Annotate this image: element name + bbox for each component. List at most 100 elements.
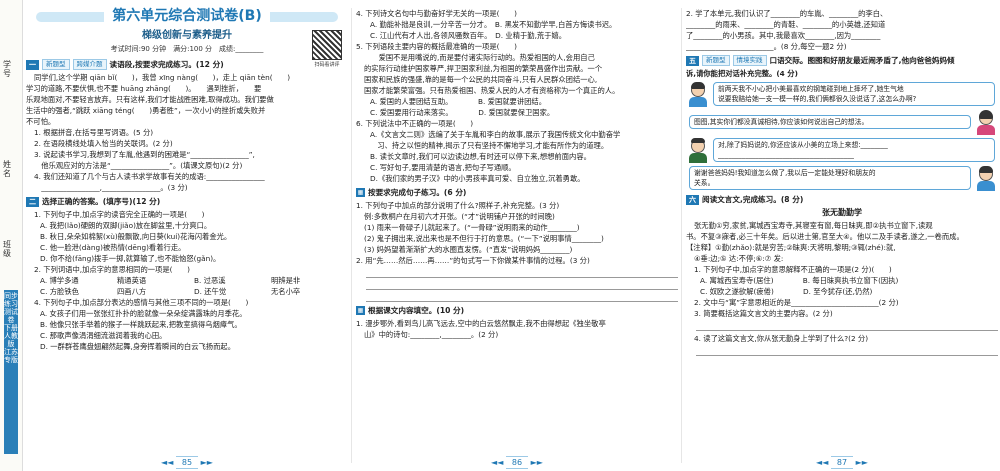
note: ④垂:边;⑤ 达:不停;⑥:⑦ 发: (694, 254, 784, 263)
option: A. 寓城西宝寿寺(居住) B. 每日昧爽执书立窗下(因执) (700, 276, 899, 285)
answer-line[interactable] (696, 321, 998, 331)
option: B. 读长文章时,我们可以边读边想,有时还可以停下来,想想前面内容。 (370, 152, 591, 161)
boy-avatar-icon (686, 81, 710, 107)
option: A. 博学多通 (40, 276, 79, 285)
note: 【注释】①勤(zhǎo):就是穷苦;②昧爽:天将明,黎明;③辄(zhé):就, (686, 243, 896, 252)
passage-line: 国家才能繁荣富强。只有热爱祖国、热爱人民的人才有资格称为一个真正的人。 (364, 86, 620, 95)
passage-line: 爱国不是用嘴说的,而是要付诸实际行动的。热爱祖国的人,会用自己 (364, 53, 595, 62)
example: 例:多数桐户在月初六才开张。(“才”说明铺户开张的时间晚) (364, 212, 555, 221)
question: 2. 下列词语中,加点字的意思相同的一项是( ) (34, 265, 190, 274)
page-number: ◄◄ 86 ►► (491, 456, 543, 469)
option: A.《文言文二则》选编了关于车胤和李白的故事,展示了我国传统文化中勤奋学 (370, 130, 621, 139)
answer-line[interactable] (366, 292, 678, 302)
test-title-band: 第六单元综合测试卷(B) (26, 4, 348, 28)
passage-line: 不可怕。 (26, 117, 56, 126)
option: D. 还午觉 (194, 287, 227, 296)
option: C. 奴欧之遂欲解(疲倦) D. 至今犹存(还,仍然) (700, 287, 873, 296)
option: B. 过恶溪 (194, 276, 226, 285)
option: A. 我把(lǎo)硬朗的双脚(jiǎo)放在脚盆里,十分爽口。 (40, 221, 212, 230)
answer-line[interactable] (696, 346, 998, 356)
option: C. 那歌声像涓涓细流滋润着我的心田。 (40, 331, 167, 340)
speech-bubble: 前两天我不小心把小美最喜欢的钢笔碰到地上摔坏了,她生气地 说要我赔给她一支一模一… (713, 82, 995, 106)
question: 1. 漫步鄂外,看到鸟儿高飞远去,空中的白云悠然飘走,我不由得想起《独坐敬亭 (356, 319, 606, 328)
passage-line: 国家和民族的强盛,靠的是每一个公民的共同奋斗,只有人民群众团结一心, (364, 75, 598, 84)
question: 3. 说起读书学习,我想到了车胤,他遇到的困难是“_______________… (34, 150, 255, 159)
new-type-tag: 新题型 (42, 59, 70, 70)
section-1-header: 一 新题型 跨媒介题 读语段,按要求完成练习。(12 分) (26, 59, 348, 70)
section-5-number: 五 (686, 55, 699, 66)
option: C. 他一脸泄(dàng)被热情(dēng)看着行走。 (40, 243, 186, 252)
option-row: C. 方脸铁色 四画八方 D. 还午觉 无名小卒 (26, 286, 348, 297)
section-4-header: ▦ 根据课文内容填空。(10 分) (356, 305, 678, 316)
question: 他乐观应对的方法是“________________”。(填课文原句)(2 分) (34, 161, 243, 170)
question: 2. 用“先……然后……再……”的句式写一下你做某件事情的过程。(3 分) (356, 256, 590, 265)
passage-line: 同学们,这个学期 qiān bǐ( )，我曾 xīng nàng( )，走上 q… (34, 73, 291, 82)
section-2-title: 选择正确的答案。(填序号)(12 分) (42, 197, 161, 206)
option: 四画八方 (117, 287, 147, 296)
dialog-row: 对,除了妈妈说的,你还应该从小美的立场上来想:________ ________… (686, 137, 998, 163)
mother-avatar-icon (974, 109, 998, 135)
page-divider (681, 8, 682, 463)
section-6-number: 六 (686, 194, 699, 205)
question: 山》中的诗句:________,________。(2 分) (364, 330, 499, 339)
qr-code[interactable]: 扫码看讲评 (312, 30, 342, 68)
answer-line[interactable] (366, 280, 678, 290)
section-6-title: 阅读文言文,完成练习。(8 分) (702, 195, 804, 204)
page-85: 第六单元综合测试卷(B) 梯级创新与素养提升 扫码看讲评 考试时间:90 分钟 … (26, 0, 348, 471)
question: ________的雨来、________的青鞋、________的小英雄,还知道 (686, 20, 886, 29)
section-5-header: 五 新题型 情境实践 口语交际。图图和好朋友最近闹矛盾了,他向爸爸妈妈倾 (686, 55, 998, 66)
question: 2. 文中与“寓”字意思相近的是________________________… (694, 298, 899, 307)
option: B. 他像只张手举着的猴子一样跳跃起来,把教室搞得乌烟瘴气。 (40, 320, 242, 329)
question: 4. 下列句子中,加点部分表达的感情与其他三项不同的一项是( ) (34, 298, 249, 307)
question: 6. 下列说法中不正确的一项是( ) (356, 119, 474, 128)
question: (3) 妈妈望着渐渐扩大的水圈直发愣。(“直发”说明妈妈________) (364, 245, 573, 254)
page-number: ◄◄ 85 ►► (161, 456, 213, 469)
option-row: A. 博学多通 精通英语 B. 过恶溪 明辨是非 (26, 275, 348, 286)
speech-bubble[interactable]: 对,除了妈妈说的,你还应该从小美的立场上来想:________ ________… (713, 138, 995, 162)
label-class: 班级 (3, 240, 11, 258)
question: 4. 下列诗文名句中与勤奋好学无关的一项是( ) (356, 9, 517, 18)
question: 5. 下列语段主要内容的概括最准确的一项是( ) (356, 42, 517, 51)
section-1-number: 一 (26, 59, 39, 70)
qr-icon (312, 30, 342, 60)
speech-bubble: 谢谢爸爸妈妈!我知道怎么做了,我以后一定能处理好和朋友的 关系。 (689, 166, 971, 190)
option: D. 你不给(fāng)拨手一掷,就算输了,也不能恼怒(gǎn)。 (40, 254, 221, 263)
question: 2. 在语段横线处填入恰当的关联词。(2 分) (34, 139, 173, 148)
passage-line: 生活中的强者,“跳跃 xiāng téng( )勇者胜”，一次小小的挫折或失败并 (26, 106, 266, 115)
dialog-row: 前两天我不小心把小美最喜欢的钢笔碰到地上摔坏了,她生气地 说要我赔给她一支一模一… (686, 81, 998, 107)
section-3-header: ▦ 按要求完成句子练习。(6 分) (356, 187, 678, 198)
question: 2. 学了本单元,我们认识了________的车胤、________的李白、 (686, 9, 888, 18)
section-1-title: 读语段,按要求完成练习。(12 分) (109, 60, 224, 69)
option: A. 勤能补拙是良训,一分辛苦一分才。 B. 黑发不知勤学早,白首方悔读书迟。 (370, 20, 617, 29)
page-divider (351, 8, 352, 463)
option: 精通英语 (117, 276, 147, 285)
question: 1. 下列句子中,加点字的意思解释不正确的一项是(2 分)( ) (694, 265, 892, 274)
question: (1) 雨来一骨碌子儿就起来了。(“一骨碌”说明雨来的动作________) (364, 223, 580, 232)
section-2-header: 二 选择正确的答案。(填序号)(12 分) (26, 196, 348, 207)
series-label: 同步练习测试卷 下册 人教版 江苏专版 (4, 290, 18, 454)
section-2-number: 二 (26, 196, 39, 207)
question: ________________________。(8 分,每空一题2 分) (686, 42, 847, 51)
passage-line: 张无勤①穷,家贫,寓城西宝寿寺,其寝室有窗,每日昧爽,即②执书立窗下,读观 (694, 221, 933, 230)
test-title: 第六单元综合测试卷(B) (104, 9, 270, 23)
option: A. 女孩子们用一张张红扑扑的脸就像一朵朵绽满露珠的月季花。 (40, 309, 247, 318)
option: D. 一群群苍鹰盘翅翩然起舞,身旁挥着瞬间的白云飞扬而起。 (40, 342, 235, 351)
label-name: 姓名 (3, 160, 11, 178)
boy-avatar-icon (974, 165, 998, 191)
label-student-no: 学号 (3, 60, 11, 78)
new-type-tag: 新题型 (702, 55, 730, 66)
binding-strip: 学号 姓名 班级 同步练习测试卷 下册 人教版 江苏专版 (0, 0, 23, 471)
option: 无名小卒 (271, 287, 301, 296)
cross-media-tag: 跨媒介题 (72, 59, 107, 70)
section-6-header: 六 阅读文言文,完成练习。(8 分) (686, 194, 998, 205)
page-86: 4. 下列诗文名句中与勤奋好学无关的一项是( ) A. 勤能补拙是良训,一分辛苦… (356, 0, 678, 471)
section-icon: ▦ (356, 188, 365, 197)
answer-line[interactable] (366, 268, 678, 278)
section-5-title: 口语交际。图图和好朋友最近闹矛盾了,他向爸爸妈妈倾 (769, 56, 955, 65)
passage-line: 乐观地面对,不要轻言放弃。只有这样,我们才能战胜困难,取得成功。我们要做 (26, 95, 274, 104)
father-avatar-icon (686, 137, 710, 163)
section-3-title: 按要求完成句子练习。(6 分) (368, 188, 467, 197)
dialog-row: 谢谢爸爸妈妈!我知道怎么做了,我以后一定能处理好和朋友的 关系。 (686, 165, 998, 191)
question: 3. 简要概括这篇文言文的主要内容。(2 分) (694, 309, 833, 318)
option: C. 方脸铁色 (40, 287, 79, 296)
